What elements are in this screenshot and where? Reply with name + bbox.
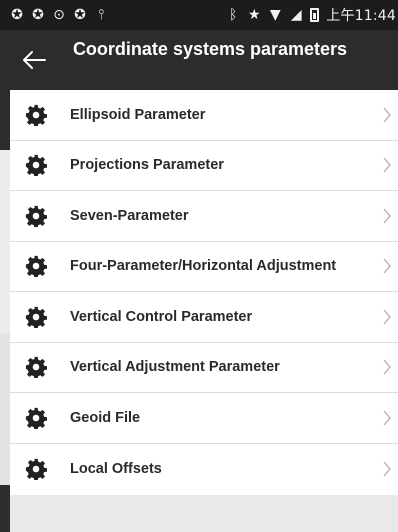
menu-item-label: Projections Parameter [70,157,224,174]
status-time: 上午11:44 [326,8,396,24]
bluetooth-icon: ᛒ [229,7,238,23]
signal-icon: ◢ [290,7,302,23]
left-edge-dark-bottom [0,485,10,532]
app-bar: Coordinate systems parameters [0,30,398,90]
menu-item-vertical-adjustment-parameter[interactable]: Vertical Adjustment Parameter [10,343,398,393]
menu-item-ellipsoid-parameter[interactable]: Ellipsoid Parameter [10,90,398,141]
gear-icon [25,205,47,227]
sync-icon: ✪ [32,7,44,23]
battery-icon [310,8,320,22]
left-edge-dark-top [0,90,10,150]
menu-item-label: Ellipsoid Parameter [70,106,206,123]
back-button[interactable] [18,44,50,76]
status-right-icons: ᛒ ★ ▼ ◢ 上午11:44 [226,5,398,25]
menu-item-label: Vertical Adjustment Parameter [70,359,280,376]
gear-icon [25,104,47,126]
menu-item-label: Geoid File [70,409,141,426]
menu-item-geoid-file[interactable]: Geoid File [10,393,398,444]
left-edge-strip [0,90,10,532]
page-title: Coordinate systems parameters [72,39,348,59]
chevron-right-icon [383,309,391,325]
usb-icon: ⫯ [97,7,105,23]
gear-icon [25,256,47,278]
chevron-right-icon [383,208,391,224]
star-icon: ★ [247,7,261,23]
gear-icon [25,306,47,328]
gear-icon [25,407,47,429]
parameter-menu-list: Ellipsoid Parameter Projections Paramete… [10,90,398,494]
chevron-right-icon [383,461,391,477]
chevron-right-icon [383,157,391,173]
chevron-right-icon [383,107,391,123]
status-left-icons: ✪ ✪ ⊙ ✪ ⫯ [10,8,108,22]
status-bar: ✪ ✪ ⊙ ✪ ⫯ ᛒ ★ ▼ ◢ 上午11:44 [0,0,398,30]
gear-icon [25,458,47,480]
menu-item-projections-parameter[interactable]: Projections Parameter [10,141,398,191]
menu-item-local-offsets[interactable]: Local Offsets [10,444,398,495]
footer-area [10,495,398,532]
back-arrow-icon [23,51,46,69]
alarm-icon: ⊙ [53,7,65,23]
menu-item-label: Seven-Parameter [70,207,189,224]
menu-item-label: Vertical Control Parameter [70,308,253,325]
gear-icon [25,155,47,177]
sync-icon: ✪ [11,7,23,23]
menu-item-label: Local Offsets [70,460,162,477]
gear-icon [25,357,47,379]
sync-icon: ✪ [74,7,86,23]
chevron-right-icon [383,258,391,274]
menu-item-four-parameter[interactable]: Four-Parameter/Horizontal Adjustment [10,242,398,292]
menu-item-label: Four-Parameter/Horizontal Adjustment [70,258,337,275]
menu-item-vertical-control-parameter[interactable]: Vertical Control Parameter [10,292,398,343]
wifi-icon: ▼ [269,7,281,23]
chevron-right-icon [383,410,391,426]
menu-item-seven-parameter[interactable]: Seven-Parameter [10,191,398,242]
chevron-right-icon [383,359,391,375]
